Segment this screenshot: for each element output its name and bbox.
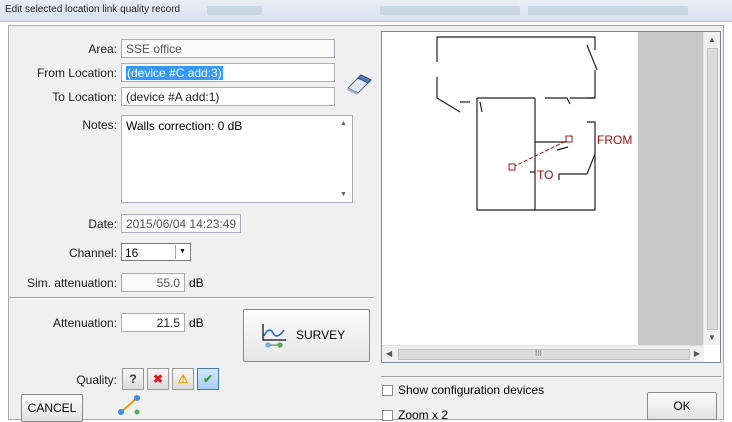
quality-good-button[interactable]: ✔ [197,368,219,390]
date-field: 2015/06/04 14:23:49 [121,214,241,233]
area-field: SSE office [121,39,335,58]
survey-button[interactable]: SURVEY [243,309,370,362]
edit-link-button[interactable] [115,392,145,418]
chevron-down-icon[interactable]: ▼ [175,245,189,259]
to-location-label: To Location: [52,90,117,104]
scroll-down-icon[interactable]: ▼ [708,333,716,342]
scroll-grip: III [535,349,542,358]
window-title: Edit selected location link quality reco… [5,4,181,15]
scroll-left-icon[interactable]: ◀ [386,349,392,358]
scroll-right-icon[interactable]: ▶ [694,349,700,358]
to-location-field[interactable]: (device #A add:1) [121,87,335,106]
quality-label: Quality: [76,373,117,387]
checkmark-icon: ✔ [202,372,214,386]
map-view[interactable]: FROM TO ▲ ▼ ◀ III ▶ [381,31,721,363]
question-icon: ? [129,372,137,386]
scroll-down-icon[interactable]: ▼ [340,191,347,198]
sim-attenuation-field: 55.0 [121,273,185,292]
area-label: Area: [88,42,117,56]
map-vertical-thumb[interactable] [707,48,718,330]
cross-icon: ✖ [152,372,164,386]
link-tool-icon [118,395,140,415]
map-vertical-scrollbar[interactable]: ▲ ▼ [703,32,720,345]
warning-icon: ⚠ [177,372,189,386]
map-divider [381,376,721,378]
quality-unknown-button[interactable]: ? [122,368,144,390]
sim-attenuation-label: Sim. attenuation: [26,276,117,290]
map-horizontal-thumb[interactable]: III [398,349,690,360]
quality-bad-button[interactable]: ✖ [147,368,169,390]
from-location-field[interactable]: (device #C add:3) [121,63,335,82]
cancel-button[interactable]: CANCEL [21,394,83,422]
map-unused-area [638,32,704,345]
from-location-label: From Location: [36,66,117,80]
attenuation-unit: dB [189,316,204,330]
quality-warning-button[interactable]: ⚠ [172,368,194,390]
scroll-up-icon[interactable]: ▲ [708,35,716,44]
survey-label: SURVEY [296,328,346,342]
channel-value: 16 [125,246,139,260]
channel-label: Channel: [68,246,117,260]
channel-select[interactable]: 16 ▼ [121,243,191,261]
title-bar: Edit selected location link quality reco… [0,0,732,22]
divider [9,297,374,299]
from-location-value: (device #C add:3) [126,66,223,80]
survey-chart-icon [262,324,286,348]
date-label: Date: [88,217,117,231]
map-horizontal-scrollbar[interactable]: ◀ III ▶ [382,345,704,362]
show-config-devices-label: Show configuration devices [398,383,545,397]
show-config-devices-checkbox[interactable] [382,385,393,396]
dialog-body: Area: SSE office From Location: (device … [8,25,724,422]
scroll-up-icon[interactable]: ▲ [340,120,347,127]
zoom-x2-checkbox[interactable] [382,410,393,421]
ok-button[interactable]: OK [647,392,717,420]
attenuation-field[interactable]: 21.5 [121,313,185,332]
map-to-label: TO [537,168,554,182]
notes-text: Walls correction: 0 dB [126,119,243,133]
notes-scrollbar[interactable]: ▲ ▼ [338,116,352,202]
sim-attenuation-unit: dB [189,276,204,290]
eraser-icon [347,74,372,95]
notes-textarea[interactable]: Walls correction: 0 dB ▲ ▼ [121,115,353,203]
clear-location-button[interactable] [343,69,373,95]
map-from-label: FROM [597,133,633,147]
background-window-blur [380,6,520,15]
background-window-blur [528,6,688,15]
notes-label: Notes: [82,118,117,132]
background-window-blur [207,6,262,15]
attenuation-label: Attenuation: [52,316,117,330]
